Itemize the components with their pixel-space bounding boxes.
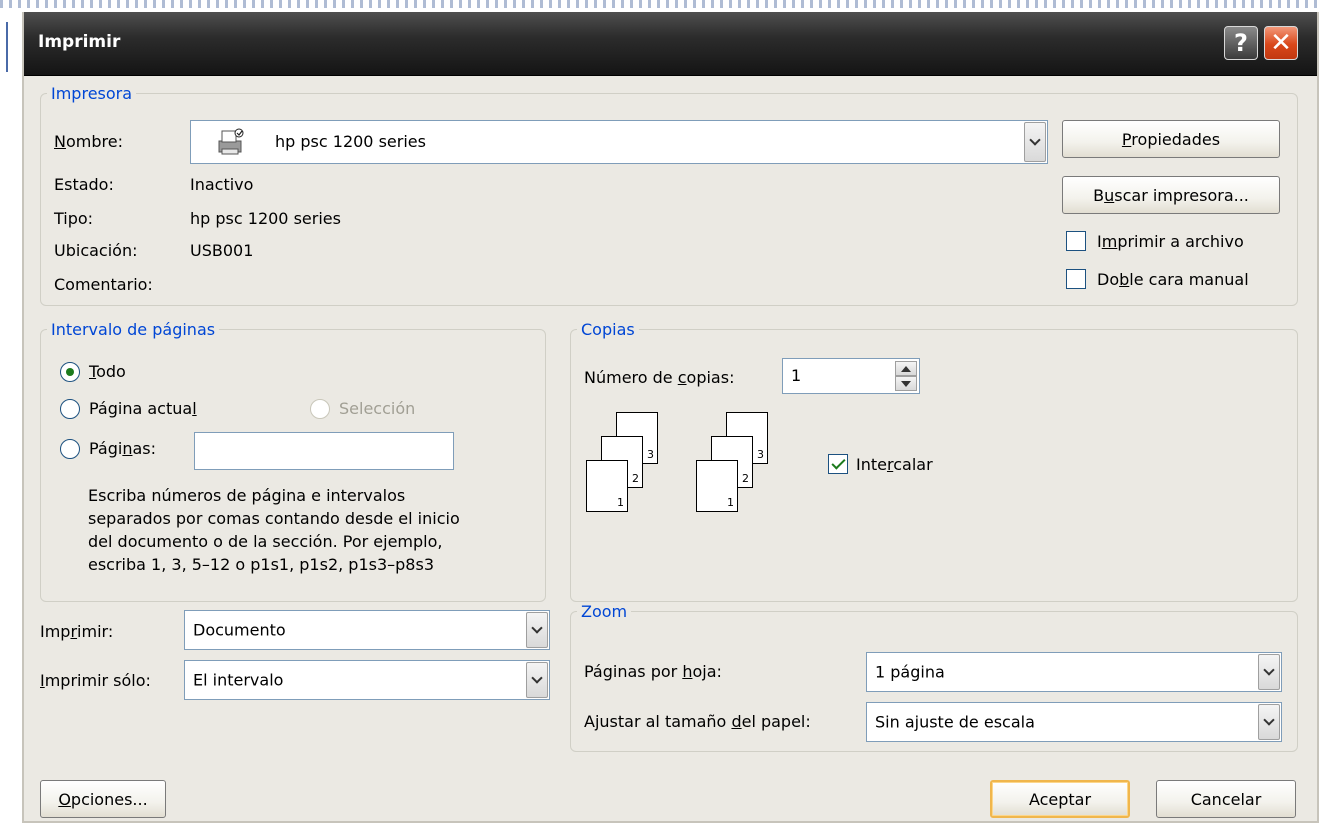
close-button[interactable]: ✕ <box>1264 26 1298 60</box>
printer-name-value: hp psc 1200 series <box>275 132 426 151</box>
pages-per-sheet-select[interactable]: 1 página <box>866 652 1282 692</box>
page-range-selection-radio <box>310 399 330 419</box>
print-only-dropdown-button[interactable] <box>526 662 548 698</box>
scale-dropdown-button[interactable] <box>1258 704 1280 740</box>
title-bar[interactable]: Imprimir ? ✕ <box>24 12 1317 76</box>
page-range-selection-label: Selección <box>339 399 416 418</box>
printer-name-label: Nombre: <box>54 132 123 151</box>
print-only-value: El intervalo <box>193 670 284 690</box>
status-label: Estado: <box>54 175 114 194</box>
print-only-select[interactable]: El intervalo <box>184 660 550 700</box>
page-range-pages-radio[interactable] <box>60 439 80 459</box>
chevron-down-icon <box>531 622 543 634</box>
page-range-all-label[interactable]: Todo <box>89 362 126 381</box>
type-value: hp psc 1200 series <box>190 209 341 228</box>
copies-spinner[interactable] <box>895 361 917 391</box>
dialog-body: Impresora Nombre: hp psc 1200 series Est… <box>24 76 1317 823</box>
collate-label[interactable]: Intercalar <box>856 455 933 474</box>
arrow-down-icon <box>901 381 911 387</box>
options-button[interactable]: Opciones... <box>40 780 166 818</box>
manual-duplex-label[interactable]: Doble cara manual <box>1097 270 1249 289</box>
chevron-down-icon <box>531 672 543 684</box>
properties-button[interactable]: Propiedades <box>1062 120 1280 158</box>
print-only-label: Imprimir sólo: <box>40 671 151 690</box>
find-printer-button[interactable]: Buscar impresora... <box>1062 176 1280 214</box>
manual-duplex-checkbox[interactable] <box>1066 269 1086 289</box>
printer-icon <box>213 127 245 162</box>
scale-label: Ajustar al tamaño del papel: <box>584 712 811 731</box>
pages-per-sheet-value: 1 página <box>875 662 945 682</box>
pages-per-sheet-dropdown-button[interactable] <box>1258 654 1280 690</box>
scale-select[interactable]: Sin ajuste de escala <box>866 702 1282 742</box>
page-1-icon: 1 <box>586 460 628 512</box>
page-range-current-label[interactable]: Página actual <box>89 399 197 418</box>
print-dialog: Imprimir ? ✕ Impresora Nombre: hp psc 12… <box>22 12 1319 823</box>
location-label: Ubicación: <box>54 241 138 260</box>
page-range-current-radio[interactable] <box>60 399 80 419</box>
type-label: Tipo: <box>54 209 94 228</box>
printer-group-legend: Impresora <box>51 84 133 103</box>
scale-value: Sin ajuste de escala <box>875 712 1035 732</box>
status-value: Inactivo <box>190 175 254 194</box>
print-to-file-checkbox[interactable] <box>1066 231 1086 251</box>
chevron-down-icon <box>1029 134 1041 146</box>
spin-down-button[interactable] <box>895 376 917 391</box>
background-taskbar-strip <box>0 0 1319 8</box>
printer-name-select[interactable]: hp psc 1200 series <box>190 120 1048 164</box>
chevron-down-icon <box>1263 664 1275 676</box>
collate-pages-icon: 3 2 1 <box>586 412 658 512</box>
print-what-select[interactable]: Documento <box>184 610 550 650</box>
collate-pages-icon-2: 3 2 1 <box>696 412 768 512</box>
pages-per-sheet-label: Páginas por hoja: <box>584 662 722 681</box>
print-to-file-label[interactable]: Imprimir a archivo <box>1097 232 1244 251</box>
help-button[interactable]: ? <box>1224 26 1258 60</box>
copies-number-value: 1 <box>791 366 802 385</box>
page-range-pages-label[interactable]: Páginas: <box>89 439 156 458</box>
ok-button[interactable]: Aceptar <box>990 780 1130 818</box>
page-range-help-text: Escriba números de página e intervalos s… <box>88 486 460 574</box>
arrow-up-icon <box>901 366 911 372</box>
location-value: USB001 <box>190 241 254 260</box>
print-what-label: Imprimir: <box>40 622 114 641</box>
spin-up-button[interactable] <box>895 361 917 376</box>
copies-number-label: Número de copias: <box>584 368 735 387</box>
copies-group: Copias <box>570 320 1298 602</box>
page-range-all-radio[interactable] <box>60 362 80 382</box>
dialog-title: Imprimir <box>38 32 121 52</box>
background-window-edge <box>0 22 12 823</box>
print-what-value: Documento <box>193 620 286 640</box>
zoom-legend: Zoom <box>581 602 628 621</box>
close-icon: ✕ <box>1270 28 1292 58</box>
comment-label: Comentario: <box>54 275 153 294</box>
copies-number-input[interactable]: 1 <box>782 358 920 394</box>
cancel-button[interactable]: Cancelar <box>1156 780 1296 818</box>
printer-name-dropdown-button[interactable] <box>1024 122 1046 162</box>
help-icon: ? <box>1234 29 1248 57</box>
page-range-legend: Intervalo de páginas <box>51 320 216 339</box>
page-range-pages-input[interactable] <box>194 432 454 470</box>
collate-checkbox[interactable] <box>828 454 848 474</box>
copies-legend: Copias <box>581 320 635 339</box>
page-1-icon: 1 <box>696 460 738 512</box>
chevron-down-icon <box>1263 714 1275 726</box>
print-what-dropdown-button[interactable] <box>526 612 548 648</box>
